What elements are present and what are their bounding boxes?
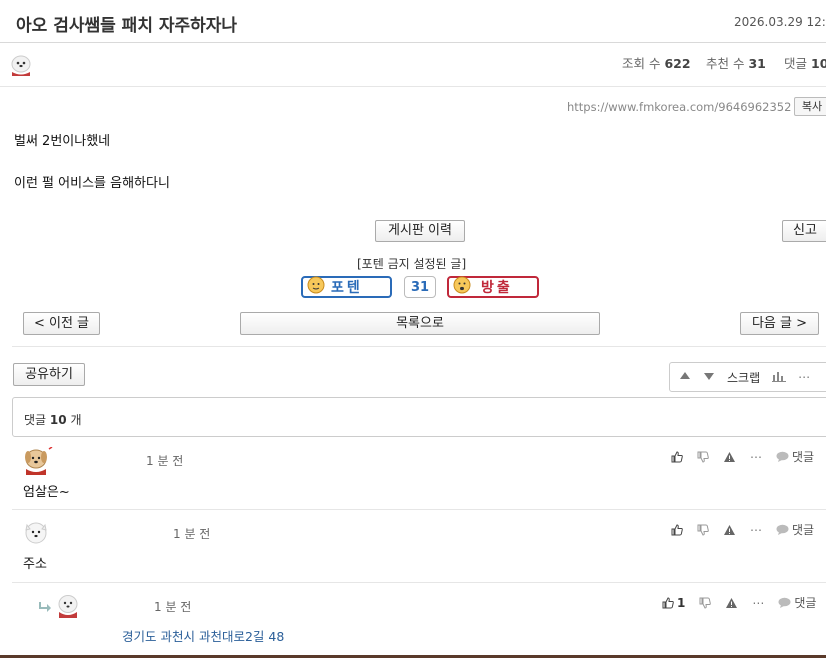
- reply-arrow-icon: [38, 598, 52, 617]
- author-avatar[interactable]: [8, 52, 34, 76]
- reply-button[interactable]: 댓글: [776, 448, 814, 465]
- post-date: 2026.03.29 12:16: [734, 15, 826, 29]
- thumbs-down-icon[interactable]: [697, 451, 709, 463]
- divider: [0, 86, 826, 87]
- commenter-avatar[interactable]: [23, 446, 53, 475]
- block-face-icon: [453, 276, 471, 298]
- warning-icon[interactable]: [725, 597, 738, 609]
- reply-button[interactable]: 댓글: [778, 594, 816, 611]
- block-button[interactable]: 방출: [447, 276, 539, 298]
- scroll-down-icon[interactable]: [703, 370, 715, 384]
- comment-actions: ⋯ 댓글: [671, 448, 814, 465]
- board-history-button[interactable]: 게시판 이력: [375, 220, 465, 242]
- views-meta: 조회 수 622: [622, 56, 691, 71]
- vote-count: 31: [404, 276, 436, 298]
- warning-icon[interactable]: [723, 451, 736, 463]
- thumbs-up-icon[interactable]: 1: [662, 596, 685, 610]
- scroll-up-icon[interactable]: [679, 370, 691, 384]
- comment-text: 엄살은~: [23, 485, 70, 500]
- comment-actions: 1 ⋯ 댓글: [662, 594, 816, 611]
- more-icon[interactable]: ⋯: [798, 370, 810, 384]
- share-button[interactable]: 공유하기: [13, 363, 85, 386]
- content-line-1: 벌써 2번이나했네: [14, 134, 111, 149]
- post-tools-bar: 스크랩 ⋯: [669, 362, 826, 392]
- reply-button[interactable]: 댓글: [776, 521, 814, 538]
- next-post-button[interactable]: 다음 글 >: [740, 312, 819, 335]
- like-count: 1: [677, 595, 686, 610]
- prev-post-button[interactable]: < 이전 글: [23, 312, 100, 335]
- divider: [12, 582, 826, 583]
- thumbs-up-icon[interactable]: [671, 523, 683, 536]
- commenter-avatar[interactable]: [55, 592, 81, 618]
- more-icon[interactable]: ⋯: [750, 523, 762, 537]
- poten-button[interactable]: 포텐: [301, 276, 392, 298]
- recommends-meta: 추천 수 31: [706, 56, 766, 71]
- comment-time: 1 분 전: [173, 527, 211, 541]
- list-button[interactable]: 목록으로: [240, 312, 600, 335]
- divider: [12, 346, 826, 347]
- block-label: 방출: [481, 280, 513, 296]
- commenter-avatar[interactable]: [23, 520, 49, 546]
- comment-time: 1 분 전: [154, 600, 192, 614]
- comment-count-box: [12, 397, 826, 437]
- comments-meta: 댓글 10: [784, 56, 826, 71]
- stats-icon[interactable]: [772, 370, 787, 385]
- poten-label: 포텐: [331, 280, 363, 296]
- copy-url-button[interactable]: 복사: [794, 97, 826, 116]
- poten-face-icon: [307, 276, 325, 298]
- thumbs-up-icon[interactable]: [671, 450, 683, 463]
- report-button[interactable]: 신고: [782, 220, 826, 242]
- more-icon[interactable]: ⋯: [752, 596, 764, 610]
- scrap-button[interactable]: 스크랩: [727, 369, 760, 386]
- content-line-2: 이런 펄 어비스를 음해하다니: [14, 176, 170, 191]
- comment-text: 주소: [23, 557, 47, 572]
- post-title: 아오 검사쌤들 패치 자주하자나: [16, 16, 238, 36]
- thumbs-down-icon[interactable]: [697, 524, 709, 536]
- thumbs-down-icon[interactable]: [699, 597, 712, 609]
- comment-text: 경기도 과천시 과천대로2길 48: [122, 629, 285, 644]
- comment-time: 1 분 전: [146, 454, 184, 468]
- divider: [12, 509, 826, 510]
- more-icon[interactable]: ⋯: [750, 450, 762, 464]
- comment-actions: ⋯ 댓글: [671, 521, 814, 538]
- post-url: https://www.fmkorea.com/9646962352: [567, 100, 792, 114]
- comment-count: 댓글 10 개: [24, 413, 82, 427]
- warning-icon[interactable]: [723, 524, 736, 536]
- poten-notice: [포텐 금지 설정된 글]: [357, 257, 467, 271]
